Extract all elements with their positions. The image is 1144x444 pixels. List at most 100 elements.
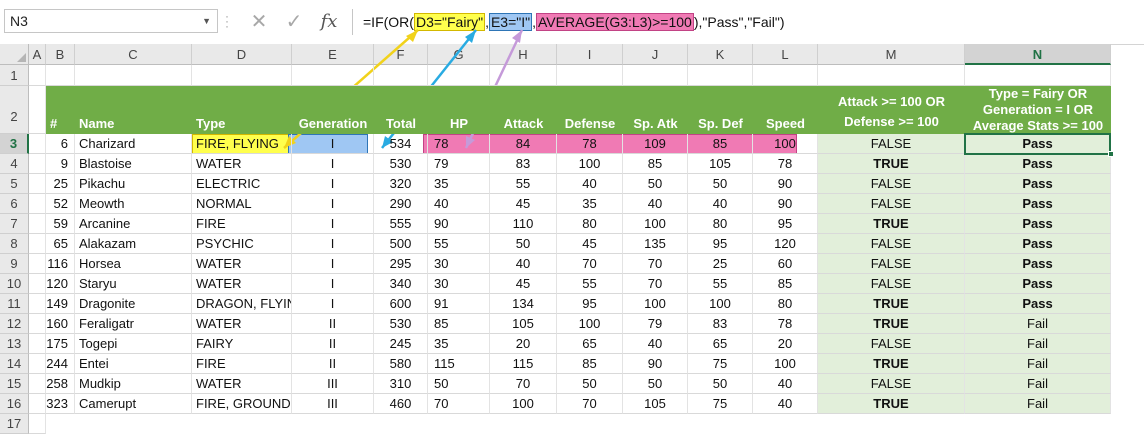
cell-row1[interactable]	[192, 65, 292, 86]
cell-type[interactable]: FIRE	[192, 214, 292, 234]
cell-attack[interactable]: 55	[490, 174, 557, 194]
cell-speed[interactable]: 40	[753, 394, 818, 414]
row-header-13[interactable]: 13	[0, 334, 29, 354]
column-header-b[interactable]: B	[46, 44, 75, 65]
row-header-5[interactable]: 5	[0, 174, 29, 194]
cell-attack[interactable]: 45	[490, 194, 557, 214]
cell-speed[interactable]: 40	[753, 374, 818, 394]
column-header-i[interactable]: I	[557, 44, 623, 65]
cell-type[interactable]: DRAGON, FLYING	[192, 294, 292, 314]
cell-col-a[interactable]	[29, 394, 46, 414]
insert-function-icon[interactable]: fx	[315, 8, 343, 36]
header-hp[interactable]: HP	[428, 86, 490, 134]
cell-num[interactable]: 258	[46, 374, 75, 394]
cell-total[interactable]: 320	[374, 174, 428, 194]
cell-attack-defense-result[interactable]: FALSE	[818, 234, 965, 254]
cell-attack[interactable]: 50	[490, 234, 557, 254]
cell-attack-defense-result[interactable]: TRUE	[818, 294, 965, 314]
cell-num[interactable]: 9	[46, 154, 75, 174]
cell-name[interactable]: Staryu	[75, 274, 192, 294]
cell-name[interactable]: Camerupt	[75, 394, 192, 414]
cell-spatk[interactable]: 105	[623, 394, 688, 414]
cell-name[interactable]: Feraligatr	[75, 314, 192, 334]
cell-generation[interactable]: III	[292, 374, 374, 394]
cell-row1[interactable]	[623, 65, 688, 86]
chevron-down-icon[interactable]: ▼	[202, 10, 211, 32]
cell-speed[interactable]: 100	[753, 354, 818, 374]
cell-name[interactable]: Blastoise	[75, 154, 192, 174]
cell-row1[interactable]	[818, 65, 965, 86]
cell-total[interactable]: 530	[374, 154, 428, 174]
cell-total[interactable]: 340	[374, 274, 428, 294]
cell-total[interactable]: 534	[374, 134, 428, 154]
cell-type[interactable]: FIRE, GROUND	[192, 394, 292, 414]
cell-attack[interactable]: 20	[490, 334, 557, 354]
cell-pass-result[interactable]: Fail	[965, 314, 1111, 334]
column-header-k[interactable]: K	[688, 44, 753, 65]
cell-defense[interactable]: 65	[557, 334, 623, 354]
cell-generation[interactable]: I	[292, 154, 374, 174]
cell-attack[interactable]: 100	[490, 394, 557, 414]
cell-spdef[interactable]: 75	[688, 354, 753, 374]
header-num[interactable]: #	[46, 86, 75, 134]
cell-speed[interactable]: 78	[753, 314, 818, 334]
row-header-15[interactable]: 15	[0, 374, 29, 394]
cell-generation[interactable]: I	[292, 194, 374, 214]
cell-pass-result[interactable]: Fail	[965, 394, 1111, 414]
cell-name[interactable]: Dragonite	[75, 294, 192, 314]
enter-icon[interactable]: ✓	[280, 8, 308, 36]
cell-spatk[interactable]: 50	[623, 374, 688, 394]
cell-spatk[interactable]: 109	[623, 134, 688, 154]
cell-total[interactable]: 310	[374, 374, 428, 394]
row-header-4[interactable]: 4	[0, 154, 29, 174]
cell-type[interactable]: WATER	[192, 274, 292, 294]
cell-row1[interactable]	[490, 65, 557, 86]
fill-handle[interactable]	[1108, 151, 1114, 157]
cell-attack-defense-result[interactable]: FALSE	[818, 334, 965, 354]
cell-col-a[interactable]	[29, 134, 46, 154]
cell-attack[interactable]: 84	[490, 134, 557, 154]
cell-generation[interactable]: I	[292, 254, 374, 274]
cell-attack-defense-result[interactable]: TRUE	[818, 394, 965, 414]
column-header-h[interactable]: H	[490, 44, 557, 65]
cell-attack[interactable]: 40	[490, 254, 557, 274]
cell-type[interactable]: NORMAL	[192, 194, 292, 214]
row-header-9[interactable]: 9	[0, 254, 29, 274]
row-header-14[interactable]: 14	[0, 354, 29, 374]
cell-spdef[interactable]: 95	[688, 234, 753, 254]
cell-attack-defense-result[interactable]: FALSE	[818, 194, 965, 214]
cell-pass-result[interactable]: Pass	[965, 214, 1111, 234]
cell-total[interactable]: 500	[374, 234, 428, 254]
cell-spdef[interactable]: 25	[688, 254, 753, 274]
header-total[interactable]: Total	[374, 86, 428, 134]
cell-spatk[interactable]: 100	[623, 294, 688, 314]
cell-hp[interactable]: 30	[428, 274, 490, 294]
cell-spatk[interactable]: 40	[623, 194, 688, 214]
cell-defense[interactable]: 78	[557, 134, 623, 154]
cell-attack-defense-result[interactable]: FALSE	[818, 134, 965, 154]
select-all-corner[interactable]	[0, 44, 29, 65]
cell-name[interactable]: Mudkip	[75, 374, 192, 394]
cell-col-a[interactable]	[29, 314, 46, 334]
cell-generation[interactable]: I	[292, 214, 374, 234]
row-header-10[interactable]: 10	[0, 274, 29, 294]
cell-row1[interactable]	[965, 65, 1111, 86]
cell-type[interactable]: ELECTRIC	[192, 174, 292, 194]
row-header-12[interactable]: 12	[0, 314, 29, 334]
cell-pass-result[interactable]: Pass	[965, 274, 1111, 294]
cell-type[interactable]: FIRE	[192, 354, 292, 374]
column-header-c[interactable]: C	[75, 44, 192, 65]
cell-generation[interactable]: I	[292, 274, 374, 294]
cell-speed[interactable]: 100	[753, 134, 818, 154]
cell-speed[interactable]: 80	[753, 294, 818, 314]
cell-pass-result[interactable]: Pass	[965, 254, 1111, 274]
row-header-17[interactable]: 17	[0, 414, 29, 434]
cell-attack[interactable]: 110	[490, 214, 557, 234]
cell-spdef[interactable]: 55	[688, 274, 753, 294]
cell-pass-result[interactable]: Pass	[965, 194, 1111, 214]
cell-pass-result[interactable]: Pass	[965, 154, 1111, 174]
cell-attack[interactable]: 105	[490, 314, 557, 334]
cell-defense[interactable]: 35	[557, 194, 623, 214]
column-header-j[interactable]: J	[623, 44, 688, 65]
cell-num[interactable]: 6	[46, 134, 75, 154]
